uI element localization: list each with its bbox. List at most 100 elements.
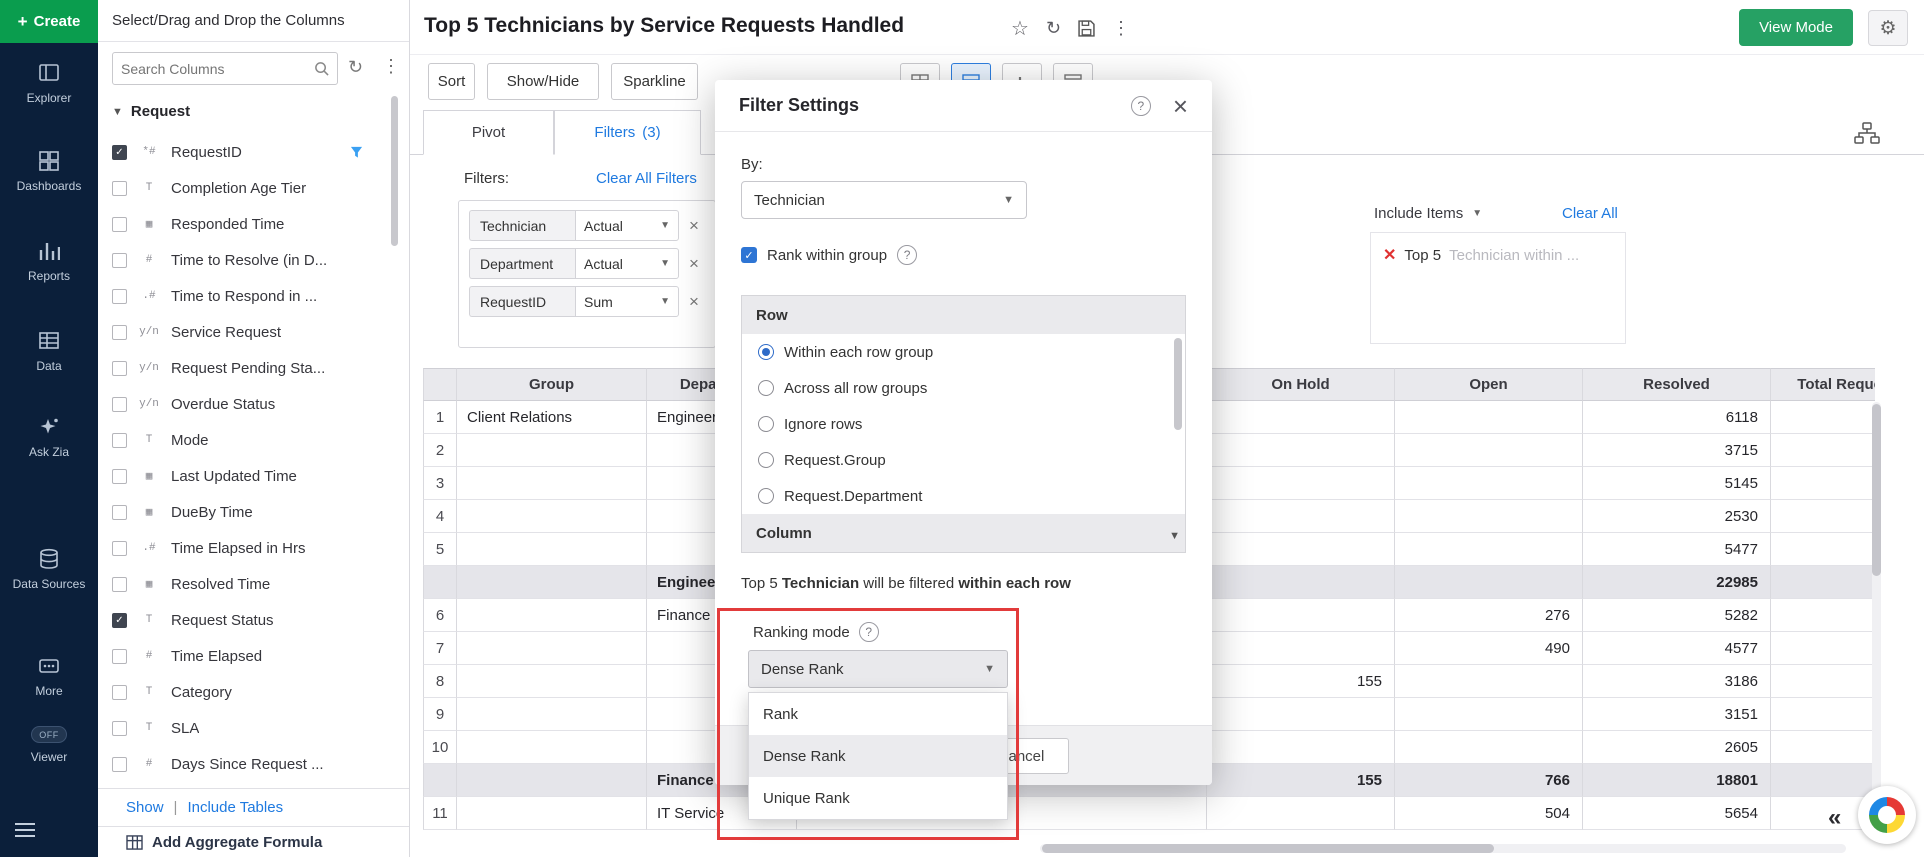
refresh-columns-icon[interactable]: ↻	[348, 57, 363, 78]
column-checkbox[interactable]	[112, 505, 127, 520]
columns-menu-kebab-icon[interactable]: ⋮	[382, 56, 400, 77]
help-icon[interactable]: ?	[1131, 96, 1151, 116]
sidebar-item-ask-zia[interactable]: Ask Zia	[0, 416, 98, 460]
filter-chip-mode-select[interactable]: Actual▼	[575, 210, 679, 241]
column-item-category[interactable]: TCategory	[98, 674, 409, 710]
column-checkbox[interactable]	[112, 397, 127, 412]
column-checkbox[interactable]	[112, 685, 127, 700]
viewer-off-badge[interactable]: OFF	[31, 726, 67, 743]
table-section-request[interactable]: ▼ Request	[112, 103, 190, 120]
hierarchy-view-icon[interactable]	[1854, 122, 1880, 148]
column-checkbox[interactable]	[112, 361, 127, 376]
column-item-sla[interactable]: TSLA	[98, 710, 409, 746]
horizontal-scrollbar[interactable]	[1040, 844, 1846, 853]
column-checkbox[interactable]	[112, 541, 127, 556]
column-checkbox[interactable]	[112, 649, 127, 664]
column-checkbox[interactable]: ✓	[112, 613, 127, 628]
show-hide-button[interactable]: Show/Hide	[487, 63, 599, 100]
sidebar-item-reports[interactable]: Reports	[0, 240, 98, 284]
column-item-mode[interactable]: TMode	[98, 422, 409, 458]
column-checkbox[interactable]	[112, 181, 127, 196]
listbox-scrollbar-thumb[interactable]	[1174, 338, 1182, 430]
column-header-total-requests[interactable]: Total Requests	[1771, 368, 1875, 401]
show-link[interactable]: Show	[126, 799, 164, 816]
vertical-scrollbar[interactable]	[1872, 402, 1881, 840]
help-icon[interactable]: ?	[897, 245, 917, 265]
help-icon[interactable]: ?	[859, 622, 879, 642]
column-checkbox[interactable]	[112, 433, 127, 448]
column-checkbox[interactable]	[112, 289, 127, 304]
sidebar-item-dashboards[interactable]: Dashboards	[0, 150, 98, 194]
add-aggregate-formula-button[interactable]: Add Aggregate Formula	[98, 826, 409, 857]
column-checkbox[interactable]	[112, 577, 127, 592]
remove-applied-filter-icon[interactable]: ✕	[1383, 245, 1396, 265]
rank-scope-option-within-each-row-group[interactable]: Within each row group	[742, 334, 1185, 370]
view-mode-button[interactable]: View Mode	[1739, 9, 1853, 46]
filter-funnel-icon[interactable]	[350, 146, 363, 159]
tab-filters[interactable]: Filters (3)	[554, 110, 701, 155]
column-item-request-pending-sta[interactable]: y/nRequest Pending Sta...	[98, 350, 409, 386]
clear-all-link[interactable]: Clear All	[1562, 205, 1618, 222]
column-header-on-hold[interactable]: On Hold	[1207, 368, 1395, 401]
column-checkbox[interactable]	[112, 217, 127, 232]
columns-scrollbar-thumb[interactable]	[391, 96, 398, 246]
save-icon[interactable]	[1078, 20, 1095, 37]
rank-scope-option-ignore-rows[interactable]: Ignore rows	[742, 406, 1185, 442]
search-columns-input[interactable]	[121, 61, 314, 77]
column-checkbox[interactable]	[112, 325, 127, 340]
rank-scope-option-request-group[interactable]: Request.Group	[742, 442, 1185, 478]
column-item-responded-time[interactable]: ▦Responded Time	[98, 206, 409, 242]
column-item-service-request[interactable]: y/nService Request	[98, 314, 409, 350]
filter-chip-mode-select[interactable]: Sum▼	[575, 286, 679, 317]
ranking-option-dense-rank[interactable]: Dense Rank	[749, 735, 1007, 777]
column-item-requestid[interactable]: ✓*#RequestID	[98, 134, 409, 170]
column-checkbox[interactable]	[112, 469, 127, 484]
column-item-dueby-time[interactable]: ▦DueBy Time	[98, 494, 409, 530]
create-button[interactable]: + Create	[0, 0, 98, 43]
applied-filter-chip[interactable]: ✕ Top 5 Technician within ...	[1383, 245, 1613, 265]
sidebar-item-data-sources[interactable]: Data Sources	[0, 548, 98, 592]
remove-filter-icon[interactable]: ×	[689, 254, 699, 274]
remove-filter-icon[interactable]: ×	[689, 292, 699, 312]
radio-icon[interactable]	[758, 380, 774, 396]
column-item-resolved-time[interactable]: ▦Resolved Time	[98, 566, 409, 602]
sort-button[interactable]: Sort	[428, 63, 475, 100]
radio-icon[interactable]	[758, 416, 774, 432]
column-item-days-since-request[interactable]: #Days Since Request ...	[98, 746, 409, 782]
ranking-option-rank[interactable]: Rank	[749, 693, 1007, 735]
column-item-time-to-resolve-in-d[interactable]: #Time to Resolve (in D...	[98, 242, 409, 278]
sidebar-item-viewer[interactable]: OFFViewer	[0, 726, 98, 765]
listbox-section-column[interactable]: Column	[742, 514, 1185, 552]
column-header-blank[interactable]	[423, 368, 457, 401]
tab-pivot[interactable]: Pivot	[423, 110, 554, 155]
column-header-open[interactable]: Open	[1395, 368, 1583, 401]
column-item-time-to-respond-in[interactable]: .#Time to Respond in ...	[98, 278, 409, 314]
rank-scope-option-across-all-row-groups[interactable]: Across all row groups	[742, 370, 1185, 406]
filter-chip-mode-select[interactable]: Actual▼	[575, 248, 679, 279]
column-checkbox[interactable]: ✓	[112, 145, 127, 160]
settings-gear-icon[interactable]: ⚙	[1868, 10, 1908, 46]
sidebar-item-explorer[interactable]: Explorer	[0, 62, 98, 106]
rank-scope-option-request-department[interactable]: Request.Department	[742, 478, 1185, 514]
filter-by-select[interactable]: Technician ▼	[741, 181, 1027, 219]
menu-hamburger-icon[interactable]	[15, 822, 35, 842]
include-items-dropdown[interactable]: Include Items ▼	[1374, 205, 1482, 222]
column-item-time-elapsed-in-hrs[interactable]: .#Time Elapsed in Hrs	[98, 530, 409, 566]
sidebar-item-more[interactable]: More	[0, 655, 98, 699]
column-header-group[interactable]: Group	[457, 368, 647, 401]
ranking-option-unique-rank[interactable]: Unique Rank	[749, 777, 1007, 819]
include-tables-link[interactable]: Include Tables	[187, 799, 283, 816]
zoho-logo[interactable]	[1858, 786, 1916, 844]
favorite-star-icon[interactable]: ☆	[1011, 16, 1029, 41]
search-columns-box[interactable]	[112, 52, 338, 85]
column-item-time-elapsed[interactable]: #Time Elapsed	[98, 638, 409, 674]
column-item-last-updated-time[interactable]: ▦Last Updated Time	[98, 458, 409, 494]
clear-all-filters-link[interactable]: Clear All Filters	[596, 170, 697, 187]
radio-selected-icon[interactable]	[758, 344, 774, 360]
close-icon[interactable]: ×	[1173, 93, 1188, 119]
ranking-mode-select[interactable]: Dense Rank ▼	[748, 650, 1008, 688]
column-header-resolved[interactable]: Resolved	[1583, 368, 1771, 401]
remove-filter-icon[interactable]: ×	[689, 216, 699, 236]
rank-within-group-checkbox[interactable]: ✓	[741, 247, 757, 263]
column-checkbox[interactable]	[112, 253, 127, 268]
